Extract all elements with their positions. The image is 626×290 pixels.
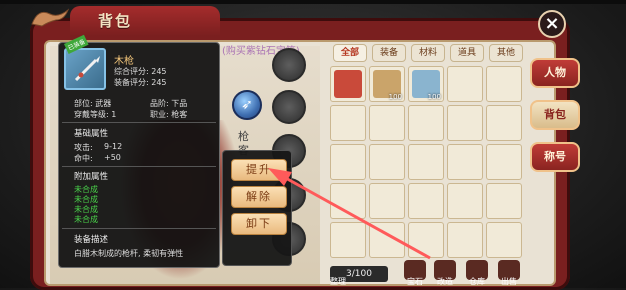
extra-attributes-title: 附加属性 — [74, 172, 109, 182]
hit-label: 命中: — [74, 154, 93, 163]
inventory-slot[interactable] — [486, 66, 522, 102]
inventory-slot[interactable] — [447, 144, 483, 180]
item-description: 白腊木制成的枪杆, 柔韧有弹性 — [74, 249, 184, 258]
attack-value: 9-12 — [104, 142, 123, 151]
sell-button-label[interactable]: 出售 — [496, 276, 522, 287]
inventory-slot[interactable] — [447, 183, 483, 219]
inventory-slot[interactable] — [486, 222, 522, 258]
item-slot: 部位: 武器 — [74, 99, 112, 108]
equip-score: 装备评分: 245 — [114, 78, 167, 87]
unequip-button[interactable]: 卸下 — [231, 213, 287, 235]
inventory-slot[interactable] — [369, 105, 405, 141]
inventory-slot[interactable] — [408, 105, 444, 141]
inventory-slot[interactable] — [447, 105, 483, 141]
close-button[interactable]: × — [538, 10, 566, 38]
inventory-slot[interactable] — [408, 183, 444, 219]
spear-item-icon — [334, 70, 362, 98]
window-title: 背包 — [98, 12, 133, 30]
tab-all[interactable]: 全部 — [333, 44, 367, 62]
upgrade-button[interactable]: 提升 — [231, 159, 287, 181]
inventory-slot[interactable] — [330, 144, 366, 180]
remove-button[interactable]: 解除 — [231, 186, 287, 208]
spear-icon — [72, 54, 102, 84]
inventory-slot[interactable] — [486, 183, 522, 219]
inventory-grid: 100 100 — [330, 66, 526, 258]
inventory-slot[interactable] — [408, 222, 444, 258]
total-score: 综合评分: 245 — [114, 67, 167, 76]
inventory-slot[interactable] — [447, 222, 483, 258]
warehouse-button-label[interactable]: 仓库 — [464, 276, 490, 287]
item-quality: 品阶: 下品 — [150, 99, 188, 108]
weapon-slot-icon[interactable]: ➶ — [232, 90, 262, 120]
side-tab-backpack[interactable]: 背包 — [530, 100, 580, 130]
base-attributes-title: 基础属性 — [74, 129, 109, 139]
inventory-slot[interactable] — [369, 183, 405, 219]
inventory-slot[interactable] — [330, 66, 366, 102]
item-count: 100 — [388, 93, 402, 101]
divider — [62, 122, 216, 123]
equip-slot[interactable] — [272, 90, 306, 124]
side-tab-title[interactable]: 称号 — [530, 142, 580, 172]
attack-label: 攻击: — [74, 143, 93, 152]
divider — [62, 166, 216, 167]
inventory-slot[interactable] — [369, 144, 405, 180]
divider — [62, 228, 216, 229]
top-strip — [0, 0, 626, 4]
item-name: 木枪 — [114, 56, 134, 67]
inventory-slot[interactable]: 100 — [408, 66, 444, 102]
item-profession: 职业: 枪客 — [150, 110, 188, 119]
tab-equipment[interactable]: 装备 — [372, 44, 406, 62]
extra-attribute: 未合成 — [74, 215, 98, 224]
inventory-slot[interactable] — [486, 144, 522, 180]
wear-level: 穿戴等级: 1 — [74, 110, 117, 119]
inventory-slot[interactable] — [447, 66, 483, 102]
equip-slot[interactable] — [272, 48, 306, 82]
inventory-slot[interactable]: 100 — [369, 66, 405, 102]
reforge-button-label[interactable]: 改造 — [432, 276, 458, 287]
side-tab-character[interactable]: 人物 — [530, 58, 580, 88]
description-title: 装备描述 — [74, 235, 109, 245]
inventory-slot[interactable] — [369, 222, 405, 258]
gem-button-label[interactable]: 宝石 — [402, 276, 428, 287]
dragon-ornament-icon — [28, 4, 76, 30]
inventory-slot[interactable] — [486, 105, 522, 141]
inventory-slot[interactable] — [330, 183, 366, 219]
tab-other[interactable]: 其他 — [489, 44, 523, 62]
inventory-slot[interactable] — [330, 105, 366, 141]
inventory-slot[interactable] — [408, 144, 444, 180]
sort-button[interactable]: 整理 — [330, 276, 346, 287]
tab-materials[interactable]: 材料 — [411, 44, 445, 62]
hit-value: +50 — [104, 153, 121, 162]
item-count: 100 — [427, 93, 441, 101]
inventory-slot[interactable] — [330, 222, 366, 258]
title-tab — [70, 6, 220, 36]
tab-items[interactable]: 道具 — [450, 44, 484, 62]
